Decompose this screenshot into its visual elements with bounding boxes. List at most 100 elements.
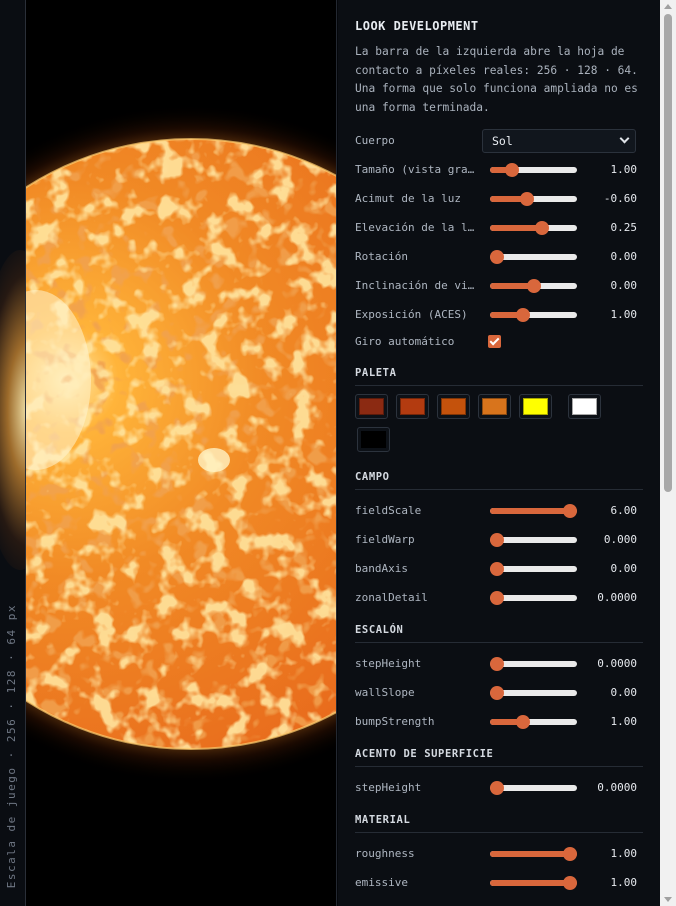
control-row-emissive: emissive 1.00 xyxy=(355,868,643,897)
slider-bumpstrength[interactable] xyxy=(490,714,577,729)
body-row: Cuerpo Sol xyxy=(355,126,643,155)
control-label: zonalDetail xyxy=(355,591,428,604)
slider-acimut-de-la-luz[interactable] xyxy=(490,191,577,206)
slider-knob[interactable] xyxy=(563,503,577,518)
slider-knob[interactable] xyxy=(490,590,504,605)
palette-swatch[interactable] xyxy=(437,394,470,419)
field-controls: fieldScale 6.00 fieldWarp 0.000 bandAxis 0.00… xyxy=(355,496,643,612)
scroll-up-icon[interactable] xyxy=(664,4,672,9)
slider-knob[interactable] xyxy=(535,220,550,235)
slider-stepheight[interactable] xyxy=(490,656,577,671)
scale-contact-sheet-strip[interactable]: Escala de juego · 256 · 128 · 64 px xyxy=(0,0,26,906)
slider-knob[interactable] xyxy=(563,846,577,861)
strip-label: Escala de juego · 256 · 128 · 64 px xyxy=(5,603,18,888)
slider-knob[interactable] xyxy=(519,191,534,206)
control-row-elevacion-de-la-luz: Elevación de la luz 0.25 xyxy=(355,213,643,242)
slider-exposicion-aces[interactable] xyxy=(490,307,577,322)
control-value: 1.00 xyxy=(610,847,638,860)
control-value: 1.00 xyxy=(610,308,638,321)
body-select[interactable]: Sol xyxy=(482,128,636,153)
control-value: 0.00 xyxy=(610,562,638,575)
slider-stepheight[interactable] xyxy=(490,780,577,795)
control-label: Rotación xyxy=(355,250,408,263)
slider-track xyxy=(490,224,577,231)
slider-knob[interactable] xyxy=(490,561,504,576)
auto-spin-checkbox[interactable] xyxy=(488,334,501,348)
control-value: 1.00 xyxy=(610,715,638,728)
render-viewport[interactable] xyxy=(26,0,337,906)
slider-roughness[interactable] xyxy=(490,846,577,861)
control-label: roughness xyxy=(355,847,415,860)
palette-swatch[interactable] xyxy=(357,427,390,452)
scroll-down-icon[interactable] xyxy=(664,897,672,902)
control-label: bumpStrength xyxy=(355,715,435,728)
slider-zonaldetail[interactable] xyxy=(490,590,577,605)
swatch-color xyxy=(572,398,597,415)
control-row-acimut-de-la-luz: Acimut de la luz -0.60 xyxy=(355,184,643,213)
control-row-fieldwarp: fieldWarp 0.000 xyxy=(355,525,643,554)
control-row-exposicion-aces: Exposición (ACES) 1.00 xyxy=(355,300,643,329)
slider-knob[interactable] xyxy=(516,714,531,729)
section-heading-palette: PALETA xyxy=(355,367,643,386)
control-value: 6.00 xyxy=(610,504,638,517)
swatch-color xyxy=(482,398,507,415)
control-row-roughness: roughness 1.00 xyxy=(355,839,643,868)
panel-title: LOOK DEVELOPMENT xyxy=(355,19,479,33)
slider-track xyxy=(490,311,577,318)
slider-elevacion-de-la-luz[interactable] xyxy=(490,220,577,235)
control-label: fieldScale xyxy=(355,504,422,517)
control-label: emissive xyxy=(355,876,408,889)
slider-fieldscale[interactable] xyxy=(490,503,577,518)
control-row-wallslope: wallSlope 0.00 xyxy=(355,678,643,707)
step-controls: stepHeight 0.0000 wallSlope 0.00 bumpStrengt… xyxy=(355,649,643,736)
control-label: Acimut de la luz xyxy=(355,192,461,205)
control-row-stepheight: stepHeight 0.0000 xyxy=(355,773,643,802)
body-select-value: Sol xyxy=(492,133,513,148)
slider-rotacion[interactable] xyxy=(490,249,577,264)
slider-knob[interactable] xyxy=(490,780,504,795)
slider-knob[interactable] xyxy=(490,685,504,700)
control-value: 0.00 xyxy=(610,279,638,292)
material-controls: roughness 1.00 emissive 1.00 xyxy=(355,839,643,897)
slider-track xyxy=(490,718,577,725)
slider-fieldwarp[interactable] xyxy=(490,532,577,547)
control-row-bandaxis: bandAxis 0.00 xyxy=(355,554,643,583)
slider-knob[interactable] xyxy=(526,278,541,293)
palette-swatch[interactable] xyxy=(519,394,552,419)
control-value: 0.0000 xyxy=(597,657,637,670)
control-label: Elevación de la luz xyxy=(355,221,481,234)
slider-inclinacion-de-vista[interactable] xyxy=(490,278,577,293)
control-value: 0.0000 xyxy=(597,781,637,794)
control-label: fieldWarp xyxy=(355,533,415,546)
slider-track xyxy=(490,166,577,173)
slider-wallslope[interactable] xyxy=(490,685,577,700)
slider-knob[interactable] xyxy=(490,532,504,547)
control-row-fieldscale: fieldScale 6.00 xyxy=(355,496,643,525)
control-row-bumpstrength: bumpStrength 1.00 xyxy=(355,707,643,736)
slider-emissive[interactable] xyxy=(490,875,577,890)
slider-knob[interactable] xyxy=(490,656,504,671)
panel-scrollbar[interactable] xyxy=(660,0,676,906)
accent-controls: stepHeight 0.0000 xyxy=(355,773,643,802)
palette-swatch[interactable] xyxy=(568,394,601,419)
palette-swatch[interactable] xyxy=(478,394,511,419)
palette-swatch[interactable] xyxy=(396,394,429,419)
slider-knob[interactable] xyxy=(490,249,504,264)
slider-tamano-vista-grande[interactable] xyxy=(490,162,577,177)
slider-knob[interactable] xyxy=(563,875,577,890)
section-heading-material: MATERIAL xyxy=(355,814,643,833)
slider-bandaxis[interactable] xyxy=(490,561,577,576)
palette-swatch[interactable] xyxy=(355,394,388,419)
control-row-rotacion: Rotación 0.00 xyxy=(355,242,643,271)
auto-spin-label: Giro automático xyxy=(355,334,455,348)
control-row-zonaldetail: zonalDetail 0.0000 xyxy=(355,583,643,612)
swatch-color xyxy=(441,398,466,415)
scrollbar-thumb[interactable] xyxy=(664,14,672,492)
control-row-inclinacion-de-vista: Inclinación de vista 0.00 xyxy=(355,271,643,300)
control-label: Inclinación de vista xyxy=(355,279,482,292)
auto-spin-row: Giro automático xyxy=(355,329,643,353)
slider-knob[interactable] xyxy=(515,307,530,322)
control-label: Tamaño (vista grande) xyxy=(355,163,482,176)
slider-knob[interactable] xyxy=(505,162,520,177)
control-row-tamano-vista-grande: Tamaño (vista grande) 1.00 xyxy=(355,155,643,184)
